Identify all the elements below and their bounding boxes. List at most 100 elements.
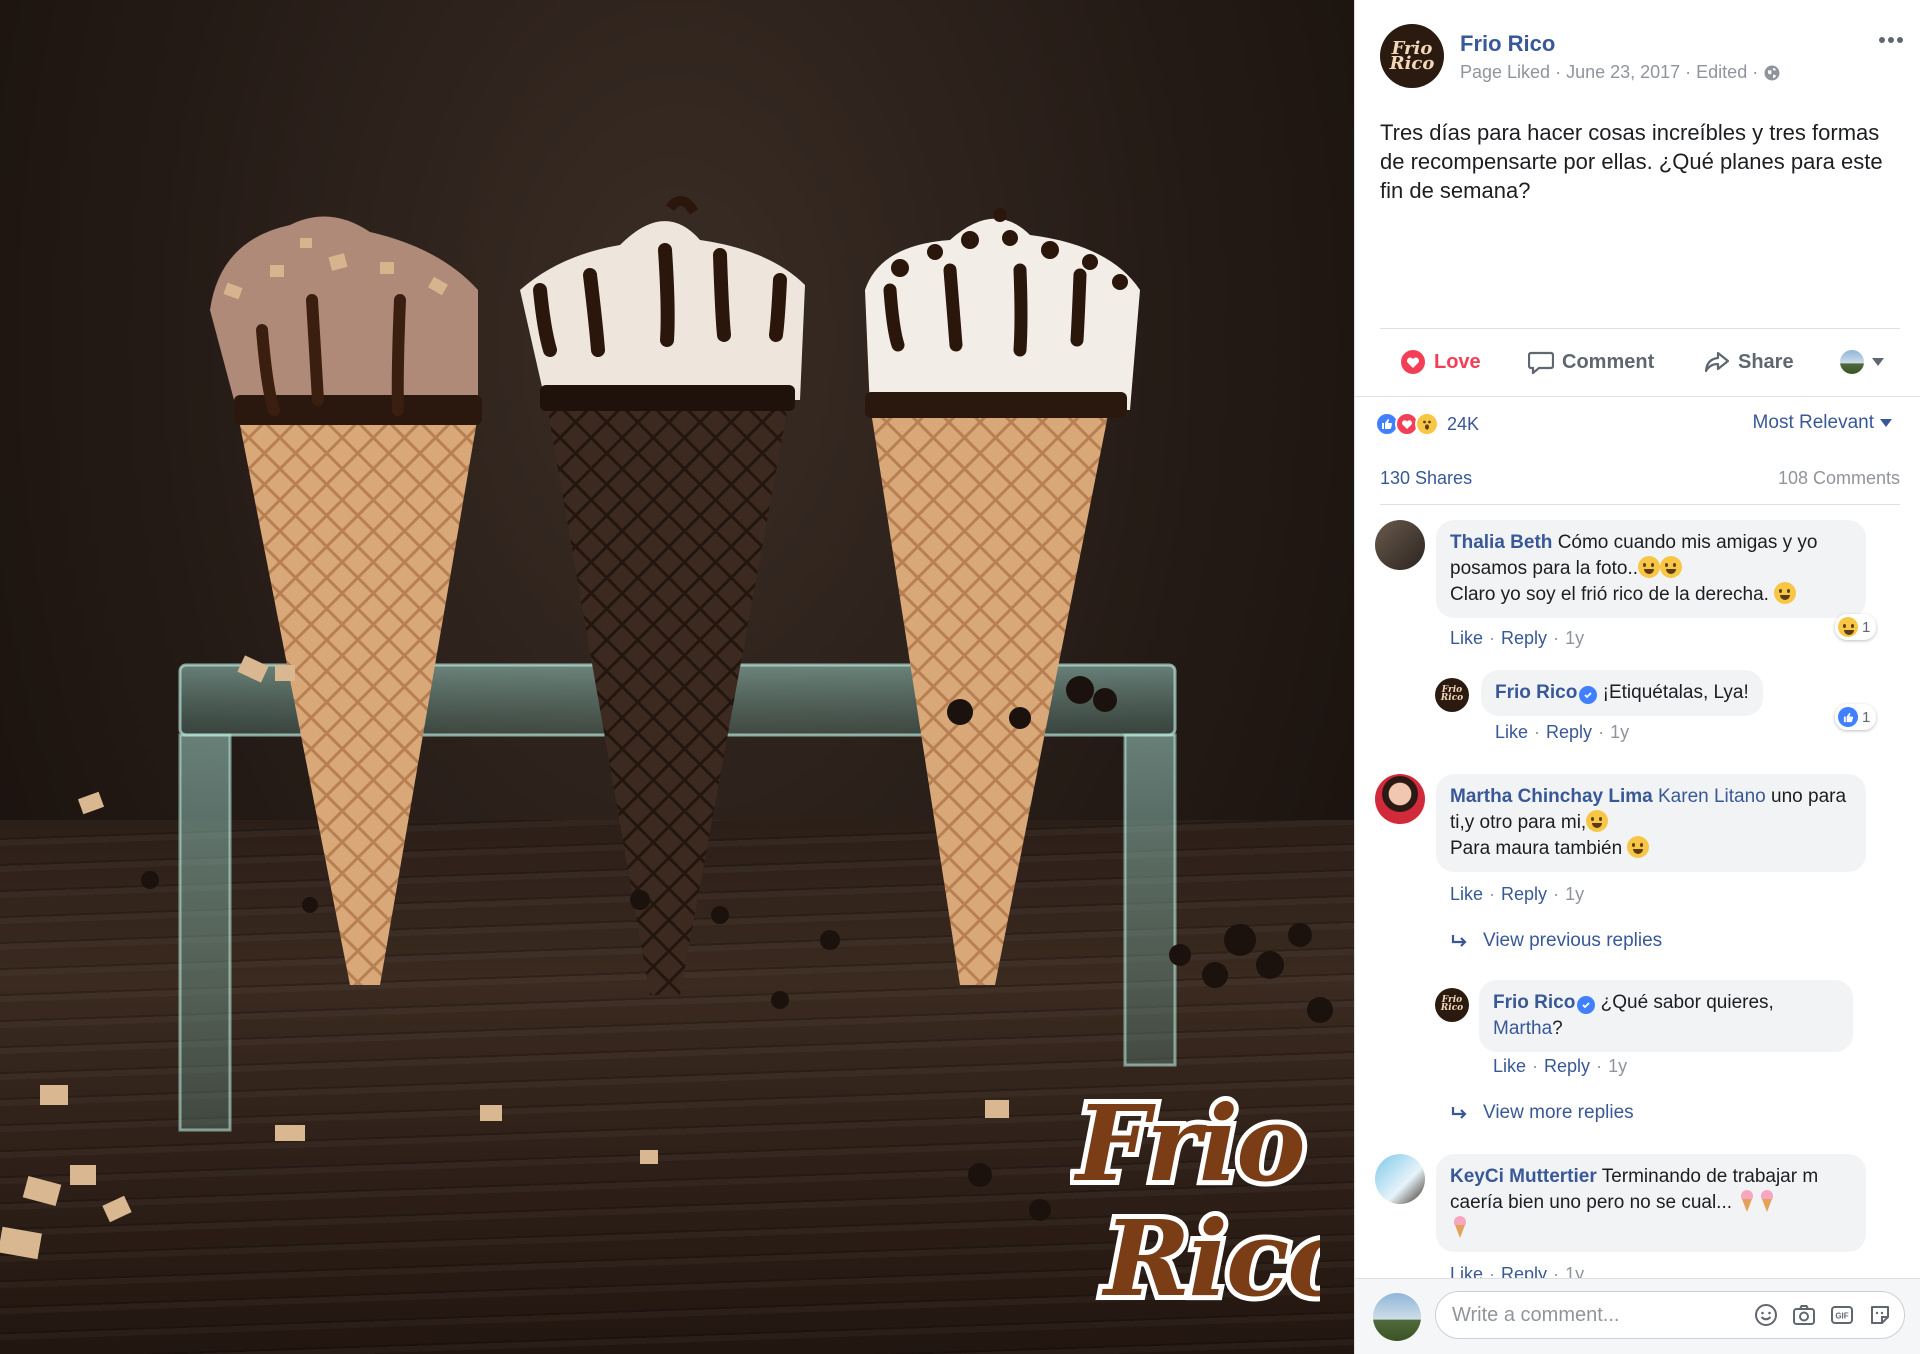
love-button-label: Love <box>1434 350 1481 373</box>
engagement-counts: 130 Shares 108 Comments <box>1380 468 1900 494</box>
post-photo[interactable]: Frio Rico <box>0 0 1354 1354</box>
reply-like-link[interactable]: Like <box>1495 722 1528 743</box>
avatar-text-line2: Rico <box>1440 693 1464 703</box>
svg-text:GIF: GIF <box>1835 1312 1848 1321</box>
heart-icon <box>1401 350 1425 374</box>
comment-item: Martha Chinchay Lima Karen Litano uno pa… <box>1375 774 1905 914</box>
view-previous-replies-link[interactable]: View previous replies <box>1451 930 1662 952</box>
reply-text-suffix: ? <box>1552 1018 1563 1039</box>
cone-vanilla-chips <box>865 208 1140 985</box>
comment-time[interactable]: 1y <box>1565 1264 1584 1278</box>
reply-item: Frio Rico Frio Rico ¿Qué sabor quieres, … <box>1435 980 1905 1080</box>
comment-icon <box>1528 351 1554 374</box>
reply-text: ¡Etiquétalas, Lya! <box>1602 682 1749 703</box>
page-name-link[interactable]: Frio Rico <box>1460 31 1555 57</box>
avatar-text-line2: Rico <box>1389 53 1435 74</box>
shares-link[interactable]: 130 Shares <box>1380 468 1472 489</box>
reply-bubble: Frio Rico ¡Etiquétalas, Lya! <box>1481 670 1763 716</box>
comment-like-link[interactable]: Like <box>1450 1264 1483 1278</box>
comment-item: KeyCi Muttertier Terminando de trabajar … <box>1375 1154 1905 1278</box>
comment-time[interactable]: 1y <box>1565 884 1584 905</box>
comment-actions: Like · Reply · 1y <box>1450 1264 1584 1278</box>
divider <box>1380 328 1900 329</box>
verified-badge-icon <box>1579 686 1598 704</box>
comment-composer: Write a comment... GIF <box>1355 1279 1920 1354</box>
tongue-emoji-icon <box>1586 810 1609 832</box>
commenter-avatar[interactable] <box>1375 520 1425 570</box>
post-meta-text[interactable]: Page Liked · June 23, 2017 · Edited · <box>1460 62 1758 83</box>
comment-sort-dropdown[interactable]: Most Relevant <box>1753 412 1892 434</box>
reply-time[interactable]: 1y <box>1608 1056 1627 1077</box>
divider <box>1355 396 1920 397</box>
reply-mention-link[interactable]: Martha <box>1493 1018 1552 1039</box>
comment-author-link[interactable]: KeyCi Muttertier <box>1450 1166 1597 1187</box>
verified-badge-icon <box>1577 996 1596 1014</box>
page-avatar-small[interactable]: Frio Rico <box>1435 678 1469 712</box>
commenter-avatar[interactable] <box>1375 1154 1425 1204</box>
commenter-avatar[interactable] <box>1375 774 1425 824</box>
comment-actions: Like · Reply · 1y <box>1450 884 1585 905</box>
page-avatar[interactable]: Frio Rico <box>1380 24 1444 88</box>
sticker-icon[interactable] <box>1868 1303 1892 1327</box>
grinning-emoji-icon <box>1627 836 1650 858</box>
comment-author-link[interactable]: Thalia Beth <box>1450 532 1552 553</box>
reply-reply-link[interactable]: Reply <box>1544 1056 1590 1077</box>
cone-dark-vanilla <box>520 196 805 995</box>
like-reaction-icon <box>1838 707 1858 727</box>
comment-input-placeholder: Write a comment... <box>1452 1304 1620 1326</box>
cone-chocolate-nuts <box>210 216 482 985</box>
comment-reply-link[interactable]: Reply <box>1501 628 1547 649</box>
love-button[interactable]: Love <box>1400 350 1481 374</box>
reply-text: ¿Qué sabor quieres, <box>1600 992 1774 1013</box>
post-meta: Page Liked · June 23, 2017 · Edited · <box>1460 62 1780 83</box>
comment-button[interactable]: Comment <box>1528 350 1654 374</box>
comment-like-link[interactable]: Like <box>1450 628 1483 649</box>
comment-item: Thalia Beth Cómo cuando mis amigas y yo … <box>1375 520 1905 650</box>
divider <box>1380 504 1900 505</box>
camera-icon[interactable] <box>1792 1303 1816 1327</box>
comment-reply-link[interactable]: Reply <box>1501 884 1547 905</box>
comment-text: Para maura también <box>1450 838 1623 859</box>
avatar-text-line2: Rico <box>1440 1003 1464 1013</box>
post-action-bar: Love Comment Share <box>1380 338 1900 386</box>
gif-icon[interactable]: GIF <box>1830 1303 1854 1327</box>
ice-cream-emoji-icon <box>1760 1190 1774 1212</box>
comment-time[interactable]: 1y <box>1565 628 1584 649</box>
comment-bubble: Thalia Beth Cómo cuando mis amigas y yo … <box>1436 520 1866 618</box>
more-options-icon[interactable] <box>1876 30 1906 50</box>
reply-time[interactable]: 1y <box>1610 722 1629 743</box>
comment-reaction-count: 1 <box>1862 618 1871 636</box>
emoji-icon[interactable] <box>1754 1303 1778 1327</box>
page-avatar-small[interactable]: Frio Rico <box>1435 988 1469 1022</box>
globe-icon <box>1764 65 1780 80</box>
svg-text:Rico: Rico <box>1101 1197 1320 1320</box>
reaction-count: 24K <box>1447 413 1480 434</box>
reply-reply-link[interactable]: Reply <box>1546 722 1592 743</box>
comment-mention-link[interactable]: Karen Litano <box>1658 786 1766 807</box>
wow-reaction-icon <box>1415 412 1439 436</box>
comment-author-link[interactable]: Martha Chinchay Lima <box>1450 786 1653 807</box>
comment-sort-label: Most Relevant <box>1752 412 1874 433</box>
reply-author-link[interactable]: Frio Rico <box>1495 682 1577 703</box>
reaction-icons <box>1375 412 1439 436</box>
laughing-emoji-icon <box>1638 556 1660 578</box>
comment-reply-link[interactable]: Reply <box>1501 1264 1547 1278</box>
comment-input[interactable]: Write a comment... GIF <box>1435 1291 1905 1339</box>
comment-reaction-badge[interactable]: 1 <box>1835 614 1877 640</box>
reaction-summary[interactable]: 24K <box>1375 410 1479 438</box>
chevron-down-icon <box>1880 419 1892 427</box>
reply-reaction-badge[interactable]: 1 <box>1835 704 1877 730</box>
smiling-emoji-icon <box>1774 582 1797 604</box>
reply-bubble: Frio Rico ¿Qué sabor quieres, Martha? <box>1479 980 1853 1052</box>
view-more-replies-link[interactable]: View more replies <box>1451 1102 1634 1124</box>
comment-like-link[interactable]: Like <box>1450 884 1483 905</box>
reply-author-link[interactable]: Frio Rico <box>1493 992 1575 1013</box>
comments-count[interactable]: 108 Comments <box>1778 468 1900 489</box>
share-button[interactable]: Share <box>1704 350 1794 374</box>
comment-actions: Like · Reply · 1y <box>1450 628 1585 649</box>
post-as-selector[interactable] <box>1840 350 1884 374</box>
reply-arrow-icon <box>1451 1107 1467 1119</box>
reply-like-link[interactable]: Like <box>1493 1056 1526 1077</box>
view-previous-replies-label: View previous replies <box>1483 930 1663 951</box>
share-button-label: Share <box>1738 350 1794 373</box>
